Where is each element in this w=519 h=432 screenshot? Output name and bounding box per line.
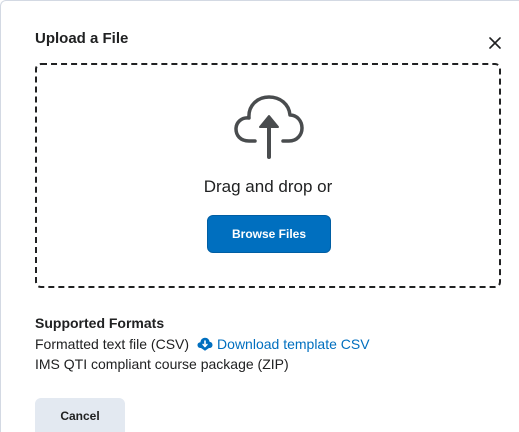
dialog-title: Upload a File <box>35 30 129 47</box>
cloud-upload-icon <box>234 95 304 159</box>
drag-drop-text: Drag and drop or <box>203 177 333 196</box>
download-template-link[interactable]: Download template CSV <box>197 336 370 352</box>
cancel-button[interactable]: Cancel <box>35 398 125 432</box>
close-button[interactable] <box>483 31 507 55</box>
upload-file-dialog: Upload a File Drag and drop or Browse Fi… <box>0 0 519 432</box>
format-item-csv: Formatted text file (CSV) Download templ… <box>35 336 370 352</box>
browse-files-button[interactable]: Browse Files <box>207 215 331 253</box>
cloud-download-icon <box>197 337 213 351</box>
format-item-zip: IMS QTI compliant course package (ZIP) <box>35 356 289 372</box>
supported-formats-heading: Supported Formats <box>35 315 165 331</box>
download-template-label: Download template CSV <box>217 336 370 352</box>
format-label: Formatted text file (CSV) <box>35 336 190 352</box>
format-label: IMS QTI compliant course package (ZIP) <box>35 356 289 372</box>
close-icon <box>489 37 501 49</box>
file-drop-zone[interactable]: Drag and drop or Browse Files <box>35 63 501 288</box>
